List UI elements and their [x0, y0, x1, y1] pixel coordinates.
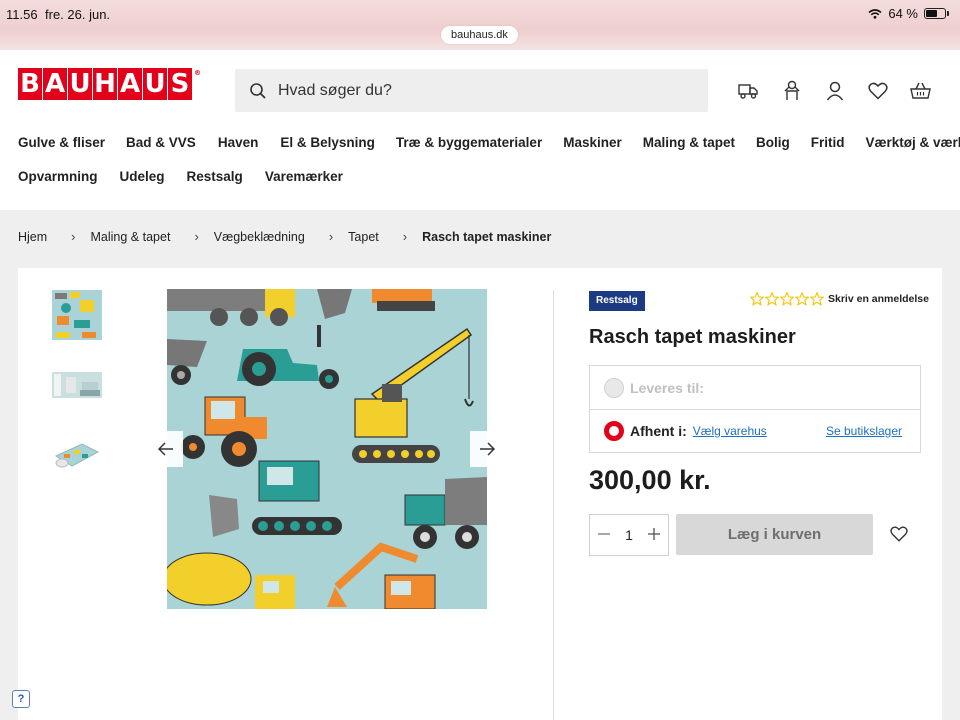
thumbnail-pattern[interactable]	[52, 290, 102, 340]
logo-letter: B	[18, 68, 42, 100]
battery-percent: 64 %	[888, 6, 918, 21]
status-time: 11.56	[6, 7, 38, 22]
site-header: BAUHAUS® Gulve & fliserBad & VVSHavenEl …	[0, 50, 960, 210]
bauhaus-logo[interactable]: B A U H A U S ®	[18, 68, 202, 100]
nav-item[interactable]: Restsalg	[187, 169, 243, 184]
nav-item[interactable]: Varemærker	[265, 169, 343, 184]
logo-letter: H	[93, 68, 117, 100]
breadcrumb: Hjem › Maling & tapet › Vægbeklædning › Tapet ›…	[18, 229, 551, 244]
restsalg-badge: Restsalg	[589, 291, 645, 311]
basket-icon[interactable]	[910, 80, 931, 101]
breadcrumb-item[interactable]: Maling & tapet	[91, 230, 171, 244]
nav-item[interactable]: Bad & VVS	[126, 135, 196, 150]
thumbnail-room[interactable]	[52, 360, 102, 410]
registered-mark: ®	[194, 69, 201, 77]
url-bar[interactable]: bauhaus.dk	[441, 26, 518, 44]
product-price: 300,00 kr.	[589, 465, 711, 495]
nav-item[interactable]: Maskiner	[563, 135, 622, 150]
nav-item[interactable]: Udeleg	[120, 169, 165, 184]
chevron-right-icon: ›	[194, 229, 199, 244]
add-to-wishlist-heart-icon[interactable]	[890, 525, 908, 543]
chevron-right-icon: ›	[328, 229, 334, 244]
minus-icon	[598, 532, 610, 535]
help-button[interactable]: ?	[12, 690, 30, 708]
product-main-image	[167, 289, 487, 609]
logo-letter: U	[68, 68, 92, 100]
product-title: Rasch tapet maskiner	[589, 326, 796, 348]
nav-item[interactable]: Træ & byggematerialer	[396, 135, 542, 150]
thumbnail-roll[interactable]	[52, 430, 102, 480]
main-nav-row-1: Gulve & fliser Bad & VVS Haven El & Belysni…	[18, 135, 960, 150]
chevron-right-icon: ›	[71, 229, 76, 244]
account-icon[interactable]	[824, 80, 845, 101]
header-icons	[738, 80, 931, 101]
star-outline-icon	[780, 292, 794, 306]
chevron-right-icon: ›	[402, 229, 408, 244]
image-next-button[interactable]	[470, 431, 504, 467]
nav-item[interactable]: Haven	[218, 135, 259, 150]
plus-icon	[647, 527, 660, 540]
search-icon	[250, 82, 266, 99]
quantity-stepper: 1	[589, 514, 669, 556]
breadcrumb-item[interactable]: Hjem	[18, 230, 47, 244]
search-input[interactable]	[278, 81, 678, 100]
choose-store-link[interactable]: Vælg varehus	[693, 424, 767, 438]
ship-label: Leveres til:	[630, 379, 704, 396]
nav-item[interactable]: El & Belysning	[280, 135, 375, 150]
nav-item[interactable]: Opvarmning	[18, 169, 98, 184]
store-stock-link[interactable]: Se butikslager	[826, 424, 902, 438]
rating-stars	[750, 292, 824, 306]
nav-item[interactable]: Maling & tapet	[643, 135, 735, 150]
breadcrumb-item[interactable]: Tapet	[348, 230, 379, 244]
column-divider	[553, 290, 554, 720]
star-outline-icon	[750, 292, 764, 306]
wishlist-heart-icon[interactable]	[867, 80, 888, 101]
star-outline-icon	[765, 292, 779, 306]
star-outline-icon	[810, 292, 824, 306]
nav-item[interactable]: Fritid	[811, 135, 845, 150]
nav-item[interactable]: Værktøj & værksted	[866, 135, 960, 150]
arrow-right-icon	[480, 442, 495, 456]
delivery-option-pickup[interactable]: Afhent i: Vælg varehus Se butikslager	[590, 409, 920, 452]
pickup-radio[interactable]	[604, 421, 624, 441]
arrow-left-icon	[158, 442, 173, 456]
status-date: fre. 26. jun.	[45, 7, 111, 22]
main-nav-row-2: Opvarmning Udeleg Restsalg Varemærker	[18, 169, 343, 184]
battery-icon	[924, 8, 949, 19]
product-card: Restsalg Skriv en anmeldelse Rasch tapet…	[18, 268, 942, 720]
thumbnail-list	[52, 290, 102, 500]
delivery-truck-icon[interactable]	[738, 80, 759, 101]
quantity-increase-button[interactable]	[646, 524, 662, 547]
nav-item[interactable]: Gulve & fliser	[18, 135, 105, 150]
rating-row[interactable]: Skriv en anmeldelse	[750, 292, 929, 306]
quantity-decrease-button[interactable]	[596, 524, 612, 547]
delivery-options: Leveres til: Afhent i: Vælg varehus Se b…	[589, 365, 921, 453]
pickup-label: Afhent i:	[630, 423, 687, 439]
status-right: 64 %	[868, 6, 949, 21]
logo-letter: U	[143, 68, 167, 100]
add-to-cart-button[interactable]: Læg i kurven	[676, 514, 873, 555]
logo-letter: A	[118, 68, 142, 100]
wifi-icon	[868, 8, 882, 19]
search-bar[interactable]	[235, 69, 708, 112]
write-review-link[interactable]: Skriv en anmeldelse	[828, 293, 929, 305]
breadcrumb-item[interactable]: Vægbeklædning	[214, 230, 305, 244]
quantity-value[interactable]: 1	[625, 527, 633, 543]
logo-letter: A	[43, 68, 67, 100]
store-locator-icon[interactable]	[781, 80, 802, 101]
ship-radio[interactable]	[604, 377, 624, 398]
breadcrumb-current: Rasch tapet maskiner	[422, 229, 552, 244]
nav-item[interactable]: Bolig	[756, 135, 790, 150]
delivery-option-ship[interactable]: Leveres til:	[590, 366, 920, 409]
logo-letter: S	[168, 68, 192, 100]
star-outline-icon	[795, 292, 809, 306]
ios-status-bar: 11.56 fre. 26. jun. 64 % bauhaus.dk	[0, 0, 960, 50]
image-prev-button[interactable]	[149, 431, 183, 467]
